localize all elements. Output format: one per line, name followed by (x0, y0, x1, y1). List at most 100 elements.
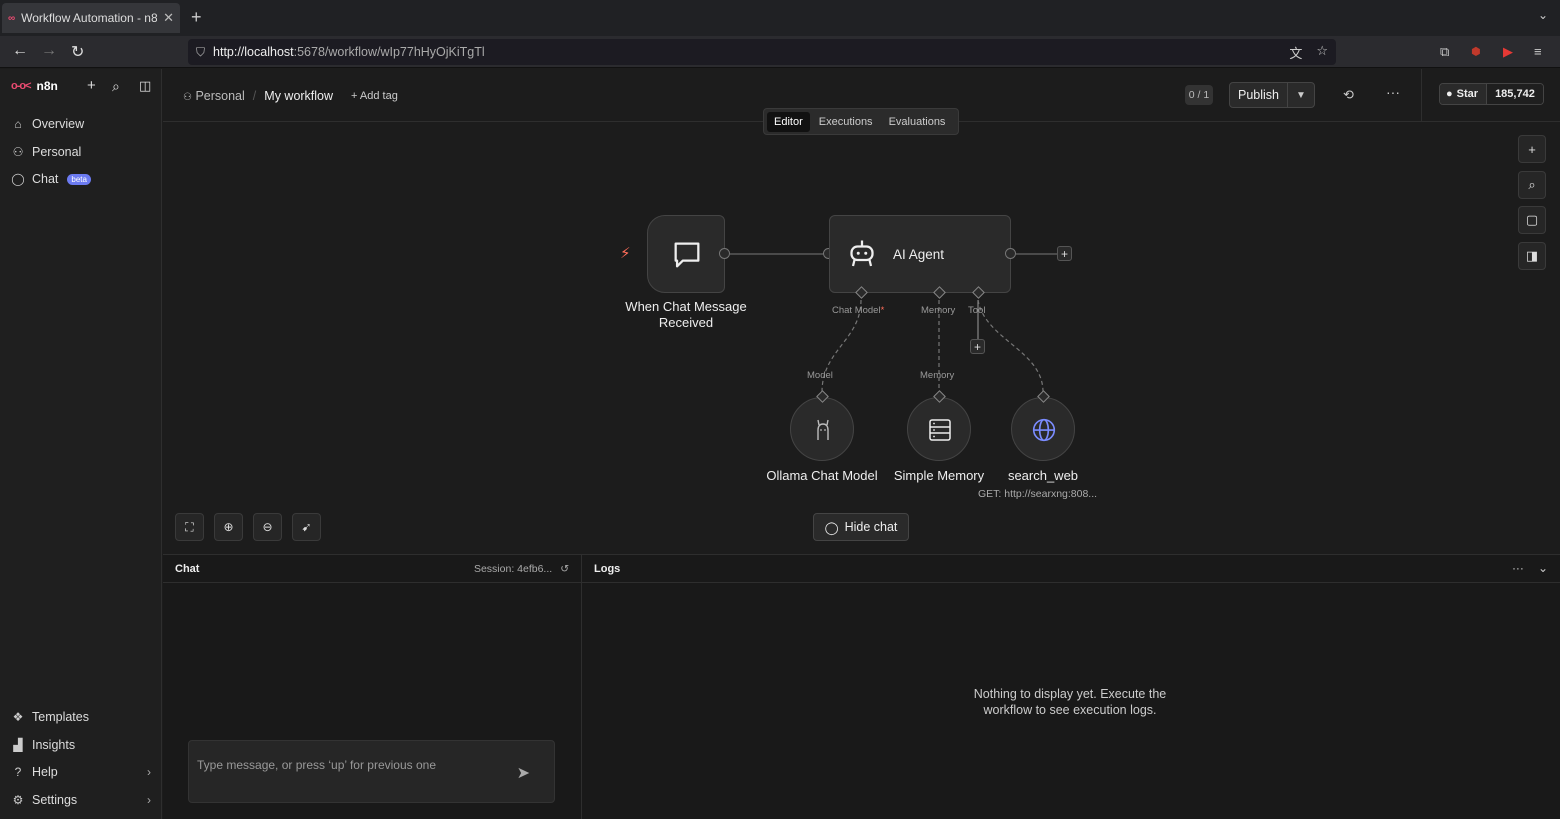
publish-button-group: Publish ▼ (1229, 82, 1315, 108)
tab-editor[interactable]: Editor (767, 111, 810, 132)
shield-icon: ⛉ (196, 44, 206, 59)
tab-list-chevron-icon[interactable]: ⌄ (1538, 8, 1548, 22)
sidebar-item-chat[interactable]: ◯ Chat beta (11, 172, 91, 186)
database-icon (929, 419, 951, 441)
panel-icon: ◨ (1525, 248, 1539, 263)
breadcrumb-project[interactable]: ⚇ Personal (183, 89, 245, 103)
user-icon: ⚇ (183, 92, 192, 103)
browser-tab-bar: ∞ Workflow Automation - n8n ✕ + ⌄ (0, 0, 1560, 36)
sticky-note-button[interactable]: ▢ (1518, 206, 1546, 234)
bookmark-star-icon[interactable]: ☆ (1316, 43, 1328, 62)
chat-model-port-label: Chat Model* (832, 305, 885, 316)
chart-icon: ▟ (13, 738, 23, 752)
ollama-chat-model-node[interactable] (790, 397, 854, 461)
user-icon: ⚇ (12, 145, 24, 159)
send-icon[interactable]: ➤ (517, 763, 530, 783)
add-node-button[interactable]: + (1518, 135, 1546, 163)
required-marker: * (880, 305, 885, 316)
logs-panel-header: Logs ··· ⌄ (582, 555, 1560, 583)
more-options-icon[interactable]: ··· (1512, 561, 1524, 575)
browser-tab[interactable]: ∞ Workflow Automation - n8n ✕ (2, 3, 180, 33)
zoom-in-button[interactable]: ⊕ (214, 513, 243, 541)
sidebar-item-help[interactable]: ? Help › (11, 765, 151, 779)
logs-empty-message: Nothing to display yet. Execute the work… (973, 687, 1167, 717)
add-next-node-button[interactable]: + (1057, 246, 1072, 261)
sidebar-item-insights[interactable]: ▟ Insights (11, 738, 75, 752)
search-icon: ⌕ (1528, 177, 1536, 192)
collapse-panel-icon[interactable]: ⌄ (1538, 561, 1548, 575)
simple-memory-label: Simple Memory (893, 468, 985, 483)
search-nodes-button[interactable]: ⌕ (1518, 171, 1546, 199)
forward-icon[interactable]: → (41, 42, 57, 60)
tab-executions[interactable]: Executions (812, 112, 880, 132)
home-icon: ⌂ (14, 117, 22, 131)
workflow-canvas[interactable] (163, 122, 1560, 553)
ollama-chat-model-label: Ollama Chat Model (766, 468, 878, 483)
search-icon[interactable]: ⌕ (112, 78, 120, 95)
zoom-out-button[interactable]: ⊖ (253, 513, 282, 541)
more-options-icon[interactable]: ··· (1386, 84, 1400, 100)
trigger-output-port[interactable] (719, 248, 730, 259)
back-icon[interactable]: ← (12, 42, 28, 60)
n8n-logo[interactable]: o-o< n8n (11, 79, 58, 93)
logs-panel: Logs ··· ⌄ Nothing to display yet. Execu… (582, 554, 1560, 819)
ai-agent-label: AI Agent (893, 247, 945, 262)
zoom-out-icon: ⊖ (262, 520, 273, 534)
github-icon: ● (1446, 88, 1453, 100)
translate-icon[interactable]: 文 (1289, 43, 1302, 62)
sidebar-item-settings[interactable]: ⚙ Settings › (11, 793, 151, 807)
add-tool-button[interactable]: + (970, 339, 985, 354)
github-star-button[interactable]: ● Star 185,742 (1439, 83, 1544, 105)
n8n-logo-icon: o-o< (11, 80, 32, 92)
simple-memory-node[interactable] (907, 397, 971, 461)
hide-chat-button[interactable]: ◯ Hide chat (813, 513, 909, 541)
fit-view-icon: ⛶ (185, 519, 194, 534)
chat-input[interactable]: Type message, or press ‘up’ for previous… (188, 740, 555, 803)
ai-agent-node[interactable]: AI Agent (829, 215, 1011, 293)
chevron-down-icon[interactable]: ▼ (1288, 83, 1314, 107)
reload-icon[interactable]: ↻ (71, 42, 84, 62)
ublock-icon[interactable]: ⬢ (1471, 45, 1481, 58)
zoom-in-icon: ⊕ (223, 520, 234, 534)
publish-button[interactable]: Publish (1230, 83, 1288, 107)
search-web-node[interactable] (1011, 397, 1075, 461)
help-icon: ? (14, 765, 22, 779)
github-star-count: 185,742 (1487, 84, 1543, 104)
youtube-icon[interactable]: ▶ (1503, 44, 1513, 60)
chat-input-placeholder: Type message, or press ‘up’ for previous… (197, 758, 437, 772)
menu-icon[interactable]: ≡ (1534, 44, 1542, 59)
tidy-up-button[interactable]: ➹ (292, 513, 321, 541)
agent-output-port[interactable] (1005, 248, 1016, 259)
reset-session-icon[interactable]: ↺ (560, 563, 569, 575)
magic-wand-icon: ➹ (301, 520, 312, 534)
logs-panel-title: Logs (594, 563, 621, 575)
workflow-name[interactable]: My workflow (264, 89, 333, 103)
sidebar-item-overview[interactable]: ⌂ Overview (11, 117, 84, 131)
chat-bubble-icon: ◯ (824, 520, 839, 535)
plus-icon: + (1528, 141, 1536, 157)
history-icon[interactable]: ⟲ (1343, 87, 1354, 103)
chat-message-icon (674, 242, 700, 268)
sidebar-item-personal[interactable]: ⚇ Personal (11, 145, 82, 159)
chat-trigger-node[interactable] (647, 215, 725, 293)
tab-title: Workflow Automation - n8n (21, 11, 158, 25)
plus-icon: + (973, 339, 981, 354)
sidebar-item-templates[interactable]: ❖ Templates (11, 710, 89, 724)
trigger-bolt-icon: ⚡ (620, 245, 631, 262)
active-count-badge: 0 / 1 (1185, 85, 1213, 105)
collapse-sidebar-icon[interactable]: ◫ (139, 78, 151, 94)
close-tab-icon[interactable]: ✕ (163, 10, 174, 26)
extensions-icon[interactable]: ⧉ (1440, 44, 1449, 60)
fit-view-button[interactable]: ⛶ (175, 513, 204, 541)
tab-evaluations[interactable]: Evaluations (882, 112, 953, 132)
address-bar[interactable]: ⛉ http://localhost:5678/workflow/wIp77hH… (188, 39, 1336, 65)
search-web-subtitle: GET: http://searxng:808... (978, 488, 1098, 500)
browser-nav-bar: ← → ↻ ⛉ http://localhost:5678/workflow/w… (0, 36, 1560, 68)
toggle-panel-button[interactable]: ◨ (1518, 242, 1546, 270)
new-tab-icon[interactable]: + (191, 7, 202, 28)
templates-icon: ❖ (12, 710, 24, 724)
globe-icon (1032, 418, 1056, 442)
add-tag-button[interactable]: + Add tag (351, 90, 398, 102)
add-icon[interactable]: + (87, 77, 96, 94)
header-divider (1421, 69, 1422, 122)
